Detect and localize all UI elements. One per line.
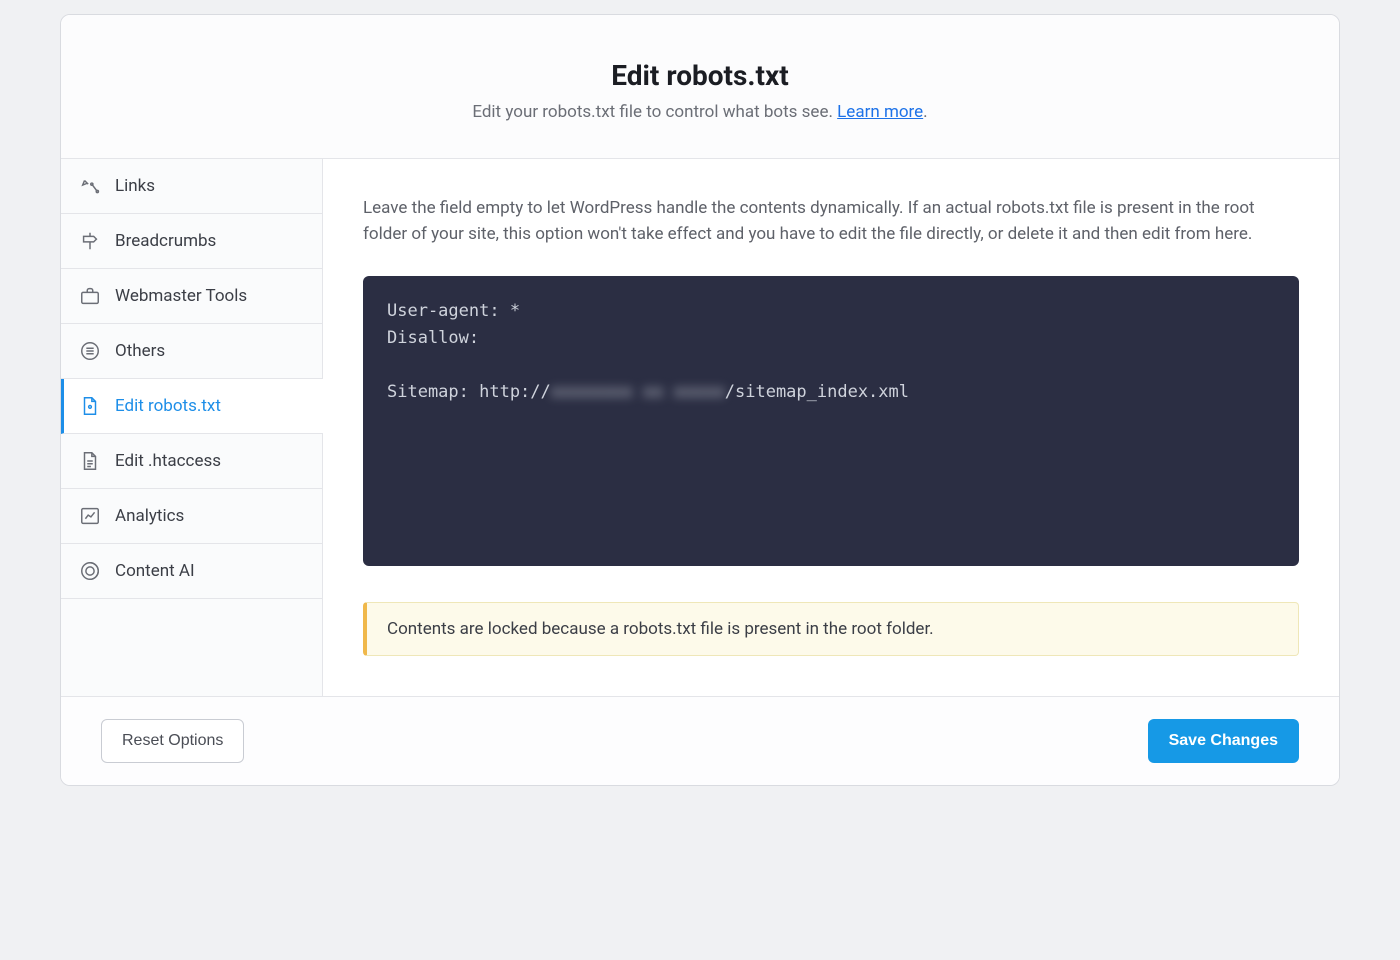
sidebar-item-label: Breadcrumbs — [115, 231, 216, 251]
help-text: Leave the field empty to let WordPress h… — [363, 195, 1299, 248]
sidebar-item-label: Links — [115, 176, 155, 196]
subtitle-suffix: . — [923, 102, 927, 122]
sidebar-item-content-ai[interactable]: Content AI — [61, 544, 322, 599]
links-icon — [79, 175, 101, 197]
target-icon — [79, 560, 101, 582]
panel-footer: Reset Options Save Changes — [61, 696, 1339, 785]
list-icon — [79, 340, 101, 362]
briefcase-icon — [79, 285, 101, 307]
sidebar-item-edit-htaccess[interactable]: Edit .htaccess — [61, 434, 322, 489]
settings-panel: Edit robots.txt Edit your robots.txt fil… — [60, 14, 1340, 786]
sidebar-item-others[interactable]: Others — [61, 324, 322, 379]
sidebar-item-links[interactable]: Links — [61, 159, 322, 214]
sidebar-item-label: Content AI — [115, 561, 195, 581]
panel-body: Links Breadcrumbs Webmaster Tools Others — [61, 159, 1339, 696]
learn-more-link[interactable]: Learn more — [837, 102, 923, 122]
sidebar-item-webmaster-tools[interactable]: Webmaster Tools — [61, 269, 322, 324]
code-line-3-prefix: Sitemap: http:// — [387, 382, 551, 402]
sidebar-item-label: Analytics — [115, 506, 184, 526]
content-area: Leave the field empty to let WordPress h… — [323, 159, 1339, 696]
save-changes-button[interactable]: Save Changes — [1148, 719, 1299, 763]
sidebar-item-label: Edit .htaccess — [115, 451, 221, 471]
code-line-1: User-agent: * — [387, 301, 520, 321]
page-subtitle: Edit your robots.txt file to control wha… — [81, 102, 1319, 122]
chart-icon — [79, 505, 101, 527]
sidebar-item-breadcrumbs[interactable]: Breadcrumbs — [61, 214, 322, 269]
reset-options-button[interactable]: Reset Options — [101, 719, 244, 763]
signpost-icon — [79, 230, 101, 252]
panel-header: Edit robots.txt Edit your robots.txt fil… — [61, 15, 1339, 159]
file-icon — [79, 395, 101, 417]
sidebar: Links Breadcrumbs Webmaster Tools Others — [61, 159, 323, 696]
subtitle-text: Edit your robots.txt file to control wha… — [472, 102, 837, 122]
code-line-3-suffix: /sitemap_index.xml — [725, 382, 909, 402]
code-line-2: Disallow: — [387, 328, 479, 348]
sidebar-item-label: Webmaster Tools — [115, 286, 247, 306]
locked-notice: Contents are locked because a robots.txt… — [363, 602, 1299, 656]
robots-txt-editor[interactable]: User-agent: * Disallow: Sitemap: http://… — [363, 276, 1299, 566]
page-title: Edit robots.txt — [81, 59, 1319, 92]
notice-text: Contents are locked because a robots.txt… — [387, 619, 934, 639]
sidebar-item-label: Edit robots.txt — [115, 396, 221, 416]
redacted-domain: xxxxxxxx xx xxxxx — [551, 382, 725, 402]
sidebar-item-edit-robots[interactable]: Edit robots.txt — [61, 379, 323, 434]
sidebar-item-label: Others — [115, 341, 165, 361]
file-text-icon — [79, 450, 101, 472]
sidebar-item-analytics[interactable]: Analytics — [61, 489, 322, 544]
